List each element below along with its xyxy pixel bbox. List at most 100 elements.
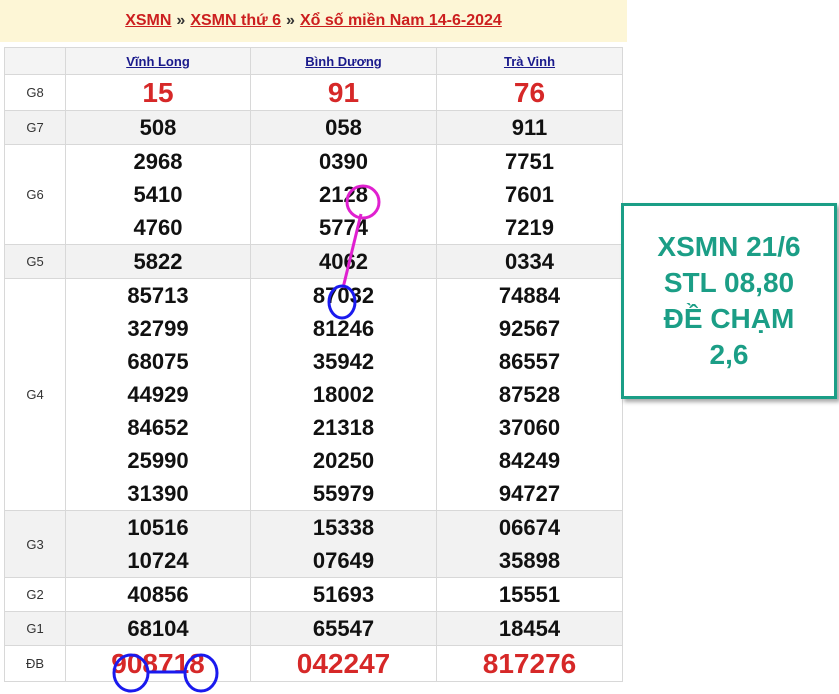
prize-label: ĐB — [4, 645, 66, 682]
table-row: G3 10516 10724 15338 07649 06674 35898 — [4, 510, 623, 578]
prediction-callout: XSMN 21/6 STL 08,80 ĐỀ CHẠM 2,6 — [621, 203, 837, 399]
prize-label: G6 — [4, 144, 66, 245]
result-number: 20250 — [312, 448, 375, 473]
column-header-tra-vinh[interactable]: Trà Vinh — [436, 47, 623, 75]
callout-line: ĐỀ CHẠM — [663, 303, 795, 334]
result-cell: 817276 — [436, 645, 623, 682]
column-header-vinh-long[interactable]: Vĩnh Long — [65, 47, 251, 75]
prize-label: G5 — [4, 244, 66, 279]
result-cell: 0334 — [436, 244, 623, 279]
prize-label: G7 — [4, 110, 66, 145]
breadcrumb-link-date[interactable]: Xổ số miền Nam 14-6-2024 — [300, 12, 502, 30]
result-cell: 76 — [436, 74, 623, 111]
result-number: 2128 — [319, 182, 368, 207]
prize-label: G3 — [4, 510, 66, 578]
breadcrumb: XSMN » XSMN thứ 6 » Xổ số miền Nam 14-6-… — [0, 0, 627, 42]
result-number: 06674 — [498, 515, 561, 540]
result-cell: 5822 — [65, 244, 251, 279]
result-cell: 908718 — [65, 645, 251, 682]
result-cell: 2968 5410 4760 — [65, 144, 251, 245]
result-number: 92567 — [498, 316, 561, 341]
result-number: 058 — [325, 115, 362, 140]
result-number: 87032 — [312, 283, 375, 308]
result-number: 86557 — [498, 349, 561, 374]
result-number: 68104 — [127, 616, 189, 641]
result-cell: 911 — [436, 110, 623, 145]
result-number: 44929 — [127, 382, 189, 407]
result-number: 0334 — [505, 249, 554, 274]
breadcrumb-separator: » — [176, 12, 186, 29]
result-cell: 74884 92567 86557 87528 37060 84249 94727 — [436, 278, 623, 511]
table-row: G4 85713 32799 68075 44929 84652 25990 31390 870… — [4, 278, 623, 511]
result-number: 51693 — [312, 582, 375, 607]
callout-line: 2,6 — [709, 339, 749, 370]
result-number: 911 — [511, 115, 548, 140]
result-number: 68075 — [127, 349, 189, 374]
result-number: 18002 — [312, 382, 375, 407]
result-number: 31390 — [127, 481, 189, 506]
result-cell: 508 — [65, 110, 251, 145]
result-cell: 15 — [65, 74, 251, 111]
result-number: 4760 — [133, 215, 183, 240]
result-number: 908718 — [111, 648, 205, 679]
prize-label: G4 — [4, 278, 66, 511]
result-cell: 7751 7601 7219 — [436, 144, 623, 245]
result-number: 35898 — [498, 548, 561, 573]
result-number: 87528 — [498, 382, 561, 407]
result-number: 5774 — [319, 215, 368, 240]
table-row: G1 68104 65547 18454 — [4, 611, 623, 646]
result-number: 40856 — [127, 582, 189, 607]
table-row: G8 15 91 76 — [4, 74, 623, 111]
result-number: 74884 — [498, 283, 561, 308]
result-number: 21318 — [312, 415, 375, 440]
result-number: 5822 — [133, 249, 183, 274]
prize-label: G2 — [4, 577, 66, 612]
table-row: G5 5822 4062 0334 — [4, 244, 623, 279]
result-number: 15338 — [312, 515, 375, 540]
callout-line: XSMN 21/6 — [657, 231, 801, 262]
result-number: 0390 — [319, 149, 368, 174]
result-number: 91 — [327, 77, 360, 108]
result-cell: 87032 81246 35942 18002 21318 20250 55979 — [250, 278, 437, 511]
breadcrumb-link-weekday[interactable]: XSMN thứ 6 — [190, 12, 281, 30]
result-number: 55979 — [312, 481, 375, 506]
result-number: 4062 — [319, 249, 368, 274]
result-cell: 4062 — [250, 244, 437, 279]
result-cell: 042247 — [250, 645, 437, 682]
table-row: G7 508 058 911 — [4, 110, 623, 145]
prize-label: G1 — [4, 611, 66, 646]
result-number: 37060 — [498, 415, 561, 440]
result-number: 81246 — [312, 316, 375, 341]
result-cell: 15338 07649 — [250, 510, 437, 578]
column-header-binh-duong[interactable]: Bình Dương — [250, 47, 437, 75]
result-number: 7219 — [505, 215, 554, 240]
breadcrumb-link-xsmn[interactable]: XSMN — [125, 12, 171, 30]
result-cell: 85713 32799 68075 44929 84652 25990 31390 — [65, 278, 251, 511]
table-row: ĐB 908718 042247 817276 — [4, 645, 623, 682]
result-number: 32799 — [127, 316, 189, 341]
lottery-results-table: Vĩnh Long Bình Dương Trà Vinh G8 15 91 76 G7… — [4, 47, 623, 682]
result-number: 85713 — [127, 283, 189, 308]
result-number: 76 — [513, 77, 546, 108]
result-number: 25990 — [127, 448, 189, 473]
table-row: G6 2968 5410 4760 0390 2128 5774 7751 7601 7219 — [4, 144, 623, 245]
result-number: 10724 — [127, 548, 189, 573]
result-cell: 65547 — [250, 611, 437, 646]
callout-line: STL 08,80 — [663, 267, 795, 298]
result-number: 65547 — [312, 616, 375, 641]
result-cell: 40856 — [65, 577, 251, 612]
table-row: G2 40856 51693 15551 — [4, 577, 623, 612]
result-cell: 91 — [250, 74, 437, 111]
result-cell: 51693 — [250, 577, 437, 612]
result-number: 817276 — [482, 648, 577, 679]
result-number: 5410 — [133, 182, 183, 207]
result-number: 84249 — [498, 448, 561, 473]
result-cell: 06674 35898 — [436, 510, 623, 578]
result-number: 84652 — [127, 415, 189, 440]
result-cell: 68104 — [65, 611, 251, 646]
result-cell: 15551 — [436, 577, 623, 612]
result-cell: 10516 10724 — [65, 510, 251, 578]
result-number: 10516 — [127, 515, 189, 540]
result-cell: 18454 — [436, 611, 623, 646]
result-number: 15 — [142, 77, 174, 108]
